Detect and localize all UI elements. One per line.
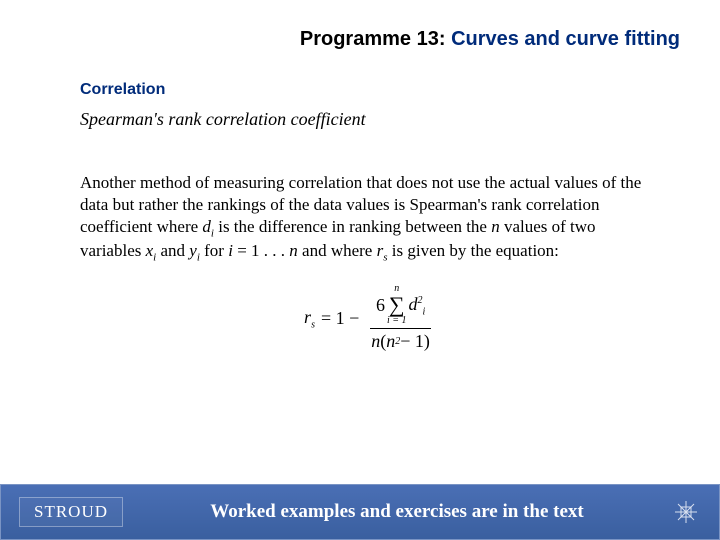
body-text: and [156, 241, 189, 260]
body-text: is the difference in ranking between the [214, 217, 491, 236]
var-d: d [202, 217, 211, 236]
sigma-icon: ∑ [389, 294, 405, 316]
brand-badge: STROUD [19, 497, 123, 527]
formula-d-sub: i [422, 306, 425, 317]
formula-container: rs = 1 − 6 n ∑ i = 1 d2i n(n2 − 1) [80, 282, 660, 354]
fraction-denominator: n(n2 − 1) [365, 329, 436, 354]
body-paragraph: Another method of measuring correlation … [80, 172, 660, 264]
formula-fraction: 6 n ∑ i = 1 d2i n(n2 − 1) [365, 282, 436, 354]
section-heading: Correlation [80, 81, 660, 99]
formula-r-sub: s [311, 319, 315, 330]
decoration-icon [671, 497, 701, 527]
sigma-block: n ∑ i = 1 [387, 284, 407, 326]
formula-denom-tail: − 1) [400, 331, 430, 352]
body-text: for [200, 241, 228, 260]
sigma-lower: i = 1 [387, 316, 407, 326]
content-area: Correlation Spearman's rank correlation … [0, 51, 720, 354]
body-text: and where [298, 241, 377, 260]
slide-footer: STROUD Worked examples and exercises are… [0, 484, 720, 540]
spearman-formula: rs = 1 − 6 n ∑ i = 1 d2i n(n2 − 1) [304, 282, 436, 354]
formula-n: n [371, 331, 380, 352]
var-y: y [189, 241, 197, 260]
subsection-heading: Spearman's rank correlation coefficient [80, 109, 660, 130]
formula-d-sup: 2 [417, 295, 422, 306]
formula-equals: = 1 − [321, 308, 359, 329]
var-n: n [289, 241, 298, 260]
formula-r: r [304, 307, 311, 327]
fraction-numerator: 6 n ∑ i = 1 d2i [370, 282, 431, 329]
formula-six: 6 [376, 295, 385, 316]
slide-header: Programme 13: Curves and curve fitting [0, 0, 720, 51]
programme-number: Programme 13: [300, 28, 446, 50]
programme-title: Curves and curve fitting [451, 28, 680, 50]
body-text: = 1 . . . [233, 241, 289, 260]
footer-text: Worked examples and exercises are in the… [123, 501, 671, 523]
var-n: n [491, 217, 500, 236]
body-text: is given by the equation: [388, 241, 559, 260]
formula-n: n [386, 331, 395, 352]
